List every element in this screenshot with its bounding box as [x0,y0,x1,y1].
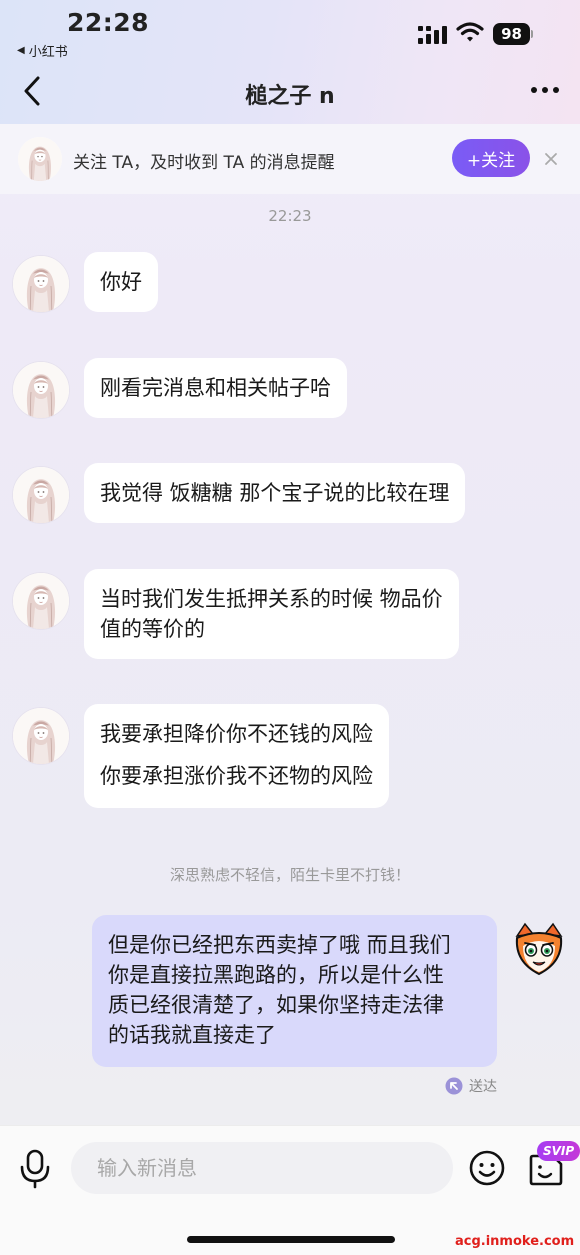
delivered-arrow-icon [445,1077,463,1095]
contact-avatar[interactable] [13,467,69,523]
message-text: 但是你已经把东西卖掉了哦 而且我们 [108,933,451,957]
microphone-icon[interactable] [18,1149,52,1189]
battery-level: 98 [493,23,530,45]
message-text: 你好 [100,270,142,294]
message-text: 的话我就直接走了 [108,1023,276,1047]
message-text: 当时我们发生抵押关系的时候 物品价 [100,587,443,611]
back-to-app-link[interactable]: ◀ 小红书 [17,41,68,60]
close-icon[interactable] [543,151,559,167]
contact-avatar[interactable] [13,708,69,764]
delivered-label: 送达 [469,1079,497,1095]
more-options-icon[interactable] [530,86,560,94]
message-text: 质已经很清楚了，如果你坚持走法律 [108,993,444,1017]
my-message-bubble[interactable]: 但是你已经把东西卖掉了哦 而且我们 你是直接拉黑跑路的，所以是什么性 质已经很清… [92,915,497,1067]
contact-avatar[interactable] [13,256,69,312]
follow-banner: 关注 TA，及时收到 TA 的消息提醒 +关注 [0,124,580,194]
message-bubble[interactable]: 你好 [84,252,158,312]
message-input[interactable] [71,1142,453,1194]
emoji-icon[interactable] [469,1150,505,1186]
message-text: 我觉得 饭糖糖 那个宝子说的比较在理 [100,481,450,505]
chat-timestamp: 22:23 [268,207,312,225]
safety-notice: 深思熟虑不轻信，陌生卡里不打钱！ [169,866,410,884]
message-bubble[interactable]: 当时我们发生抵押关系的时候 物品价 值的等价的 [84,569,459,659]
delivery-status: 送达 [445,1076,497,1096]
battery-nub [531,30,533,38]
follow-reminder-text: 关注 TA，及时收到 TA 的消息提醒 [73,153,335,173]
back-triangle-icon: ◀ [17,45,25,56]
status-time: 22:28 [67,8,150,37]
home-indicator [187,1236,395,1243]
message-text: 我要承担降价你不还钱的风险 [100,722,373,746]
message-text: 你是直接拉黑跑路的，所以是什么性 [108,963,444,987]
message-text: 值的等价的 [100,617,205,641]
contact-avatar[interactable] [13,573,69,629]
banner-avatar[interactable] [18,137,62,181]
battery-indicator: 98 [493,23,533,45]
message-text: 你要承担涨价我不还物的风险 [100,764,373,788]
message-bubble[interactable]: 刚看完消息和相关帖子哈 [84,358,347,418]
contact-avatar[interactable] [13,362,69,418]
follow-button[interactable]: +关注 [452,139,530,177]
chat-title: 槌之子 n [245,84,335,109]
cellular-signal-icon [418,26,447,44]
message-bubble[interactable]: 我要承担降价你不还钱的风险 你要承担涨价我不还物的风险 [84,704,389,808]
my-avatar[interactable] [511,922,567,978]
watermark: acg.inmoke.com [455,1234,575,1249]
message-bubble[interactable]: 我觉得 饭糖糖 那个宝子说的比较在理 [84,463,466,523]
message-text: 刚看完消息和相关帖子哈 [100,376,331,400]
wifi-icon [456,22,484,42]
svip-badge: SVIP [537,1141,580,1161]
back-app-label: 小红书 [28,45,68,60]
